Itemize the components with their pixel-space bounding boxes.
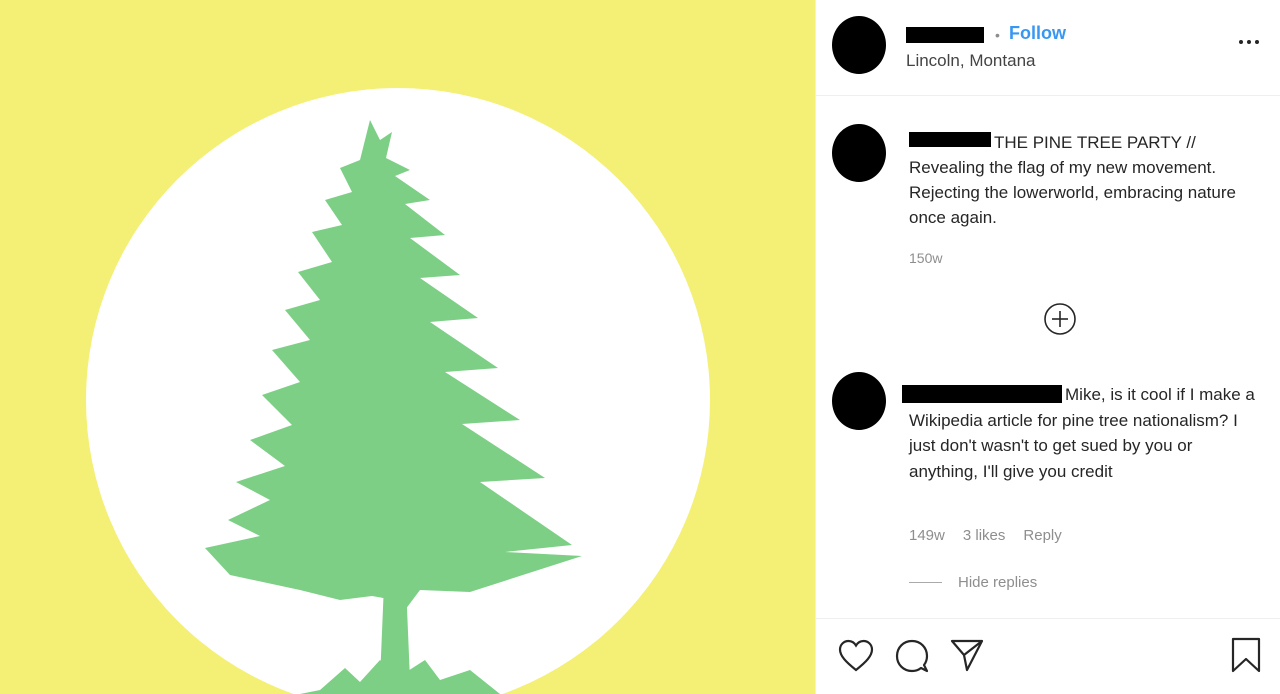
- post-actions: [816, 618, 1280, 694]
- post-sidebar: • Follow Lincoln, Montana THE PINE TREE …: [815, 0, 1280, 694]
- reply-button[interactable]: Reply: [1023, 527, 1061, 544]
- caption-avatar[interactable]: [832, 124, 886, 182]
- caption-timestamp[interactable]: 150w: [909, 250, 942, 266]
- comment-timestamp[interactable]: 149w: [909, 527, 945, 544]
- hide-replies-button[interactable]: Hide replies: [909, 574, 1037, 591]
- commenter-avatar[interactable]: [832, 372, 886, 430]
- author-username-redacted[interactable]: [906, 27, 984, 43]
- author-avatar[interactable]: [832, 16, 886, 74]
- pine-tree-flag: [86, 88, 710, 694]
- commenter-username-redacted[interactable]: [902, 385, 1062, 403]
- more-dots-icon[interactable]: [1234, 32, 1264, 52]
- plus-circle-icon[interactable]: [1043, 302, 1077, 336]
- heart-icon[interactable]: [838, 639, 874, 673]
- comment-likes[interactable]: 3 likes: [963, 527, 1006, 544]
- follow-button[interactable]: Follow: [1009, 23, 1066, 44]
- paper-plane-icon[interactable]: [949, 637, 985, 673]
- bookmark-icon[interactable]: [1229, 636, 1263, 674]
- caption-username-redacted[interactable]: [909, 132, 991, 147]
- post-location[interactable]: Lincoln, Montana: [906, 51, 1035, 71]
- instagram-post: • Follow Lincoln, Montana THE PINE TREE …: [0, 0, 1280, 694]
- hide-replies-label: Hide replies: [958, 574, 1038, 591]
- post-header: • Follow Lincoln, Montana: [816, 0, 1280, 96]
- comment-meta: 149w 3 likes Reply: [909, 527, 1062, 544]
- comment-bubble-icon[interactable]: [894, 638, 930, 674]
- replies-line: [909, 582, 942, 583]
- separator-dot: •: [995, 27, 1000, 43]
- post-image[interactable]: [0, 0, 815, 694]
